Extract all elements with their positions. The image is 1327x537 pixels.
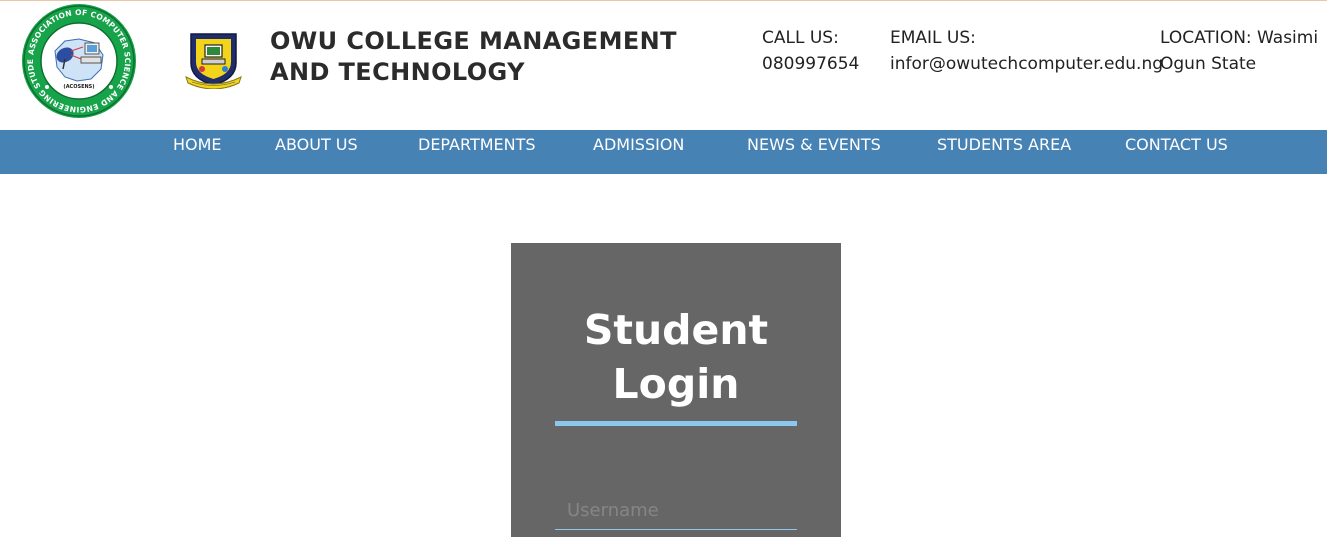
location-label: LOCATION: Wasimi <box>1160 28 1319 48</box>
email-label: EMAIL US: <box>890 28 976 48</box>
login-title: Student Login <box>511 303 841 411</box>
call-label: CALL US: <box>762 28 839 48</box>
nav-item-departments[interactable]: DEPARTMENTS <box>418 135 536 154</box>
association-logo[interactable]: ASSOCIATION OF COMPUTER SCIENCE AND ENGI… <box>18 1 137 119</box>
college-name: OWU COLLEGE MANAGEMENT AND TECHNOLOGY <box>270 27 677 86</box>
association-emblem-icon: ASSOCIATION OF COMPUTER SCIENCE AND ENGI… <box>18 1 136 118</box>
nav-item-contact-us[interactable]: CONTACT US <box>1125 135 1228 154</box>
main-nav: HOME ABOUT US DEPARTMENTS ADMISSION NEWS… <box>0 130 1327 174</box>
username-input[interactable] <box>555 492 797 530</box>
association-abbrev: (ACOSENS) <box>63 84 94 90</box>
site-header: ASSOCIATION OF COMPUTER SCIENCE AND ENGI… <box>0 1 1327 130</box>
email-value[interactable]: infor@owutechcomputer.edu.ng <box>890 51 1163 77</box>
nav-item-admission[interactable]: ADMISSION <box>593 135 684 154</box>
contact-email: EMAIL US: infor@owutechcomputer.edu.ng <box>890 25 1163 77</box>
page: ASSOCIATION OF COMPUTER SCIENCE AND ENGI… <box>0 0 1327 537</box>
nav-item-students-area[interactable]: STUDENTS AREA <box>937 135 1071 154</box>
nav-item-home[interactable]: HOME <box>173 135 222 154</box>
college-crest-icon <box>185 33 242 90</box>
title-underline <box>555 421 797 426</box>
contact-call: CALL US: 080997654 <box>762 25 882 77</box>
location-value: Ogun State <box>1160 54 1257 74</box>
student-login-card: Student Login <box>511 243 841 537</box>
college-crest-logo[interactable] <box>184 31 243 90</box>
nav-item-news-events[interactable]: NEWS & EVENTS <box>747 135 881 154</box>
login-title-line2: Login <box>612 360 740 408</box>
nav-item-about-us[interactable]: ABOUT US <box>275 135 358 154</box>
call-value[interactable]: 080997654 <box>762 51 882 77</box>
contact-location: LOCATION: Wasimi Ogun State <box>1160 25 1325 77</box>
login-title-line1: Student <box>583 306 769 354</box>
